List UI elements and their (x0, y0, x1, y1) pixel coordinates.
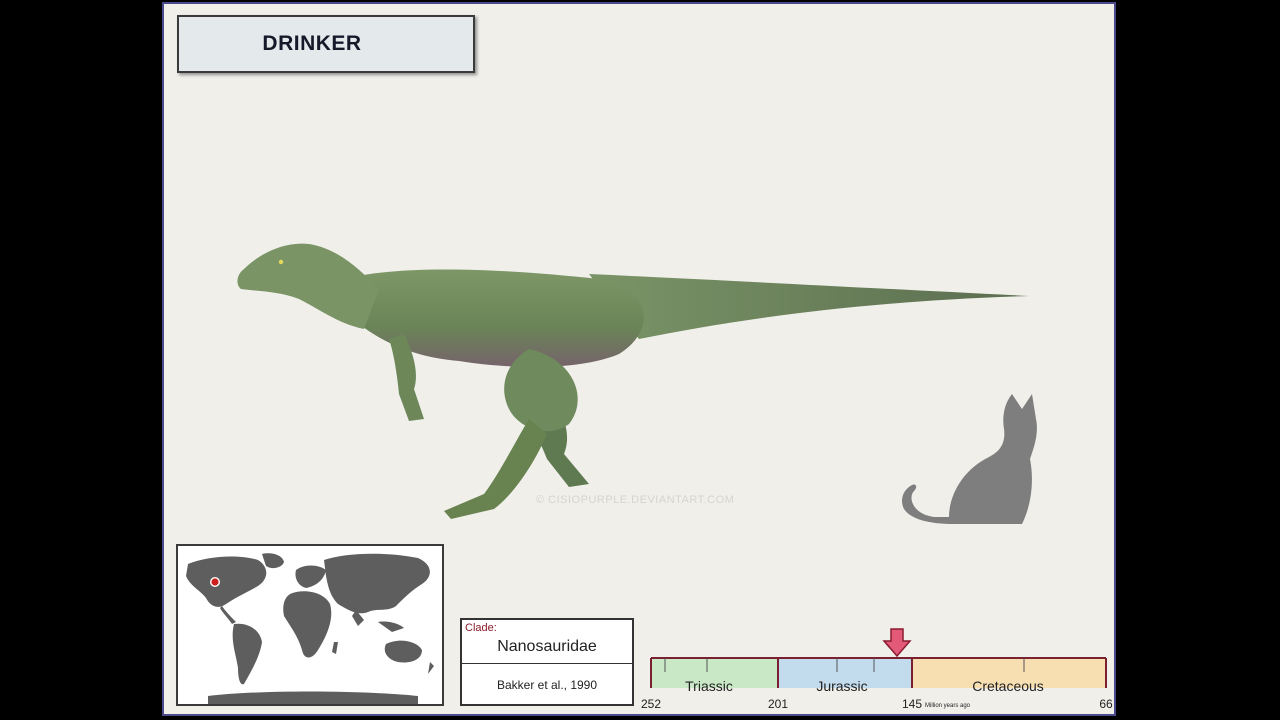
tick-label-66: 66 (1099, 697, 1113, 711)
clade-name: Nanosauridae (497, 638, 597, 655)
timeline-unit-label: Million years ago (925, 703, 971, 709)
clade-box: Clade: Nanosauridae Bakker et al., 1990 (460, 618, 634, 706)
period-label-jurassic: Jurassic (816, 678, 867, 694)
tick-label-201: 201 (768, 697, 788, 711)
cat-scale-silhouette (901, 394, 1037, 524)
tick-label-145: 145 (902, 697, 922, 711)
world-map-graphic (178, 546, 442, 704)
geologic-timeline: Triassic Jurassic Cretaceous 252 201 145… (641, 628, 1113, 711)
world-map (176, 544, 444, 706)
tick-label-252: 252 (641, 697, 661, 711)
watermark: © CISIOPURPLE.DEVIANTART.COM (536, 494, 735, 506)
time-marker-arrow (882, 628, 912, 658)
title-box: DRINKER (177, 15, 475, 73)
species-title: DRINKER (262, 32, 362, 55)
species-card: DRINKER © CISIOPURPLE.DEVIANTART.COM Cla… (162, 2, 1116, 716)
location-marker (211, 578, 219, 586)
clade-label: Clade: (465, 622, 497, 634)
period-label-triassic: Triassic (685, 678, 733, 694)
period-label-cretaceous: Cretaceous (972, 678, 1044, 694)
clade-divider (462, 663, 632, 664)
clade-authority: Bakker et al., 1990 (496, 678, 598, 692)
